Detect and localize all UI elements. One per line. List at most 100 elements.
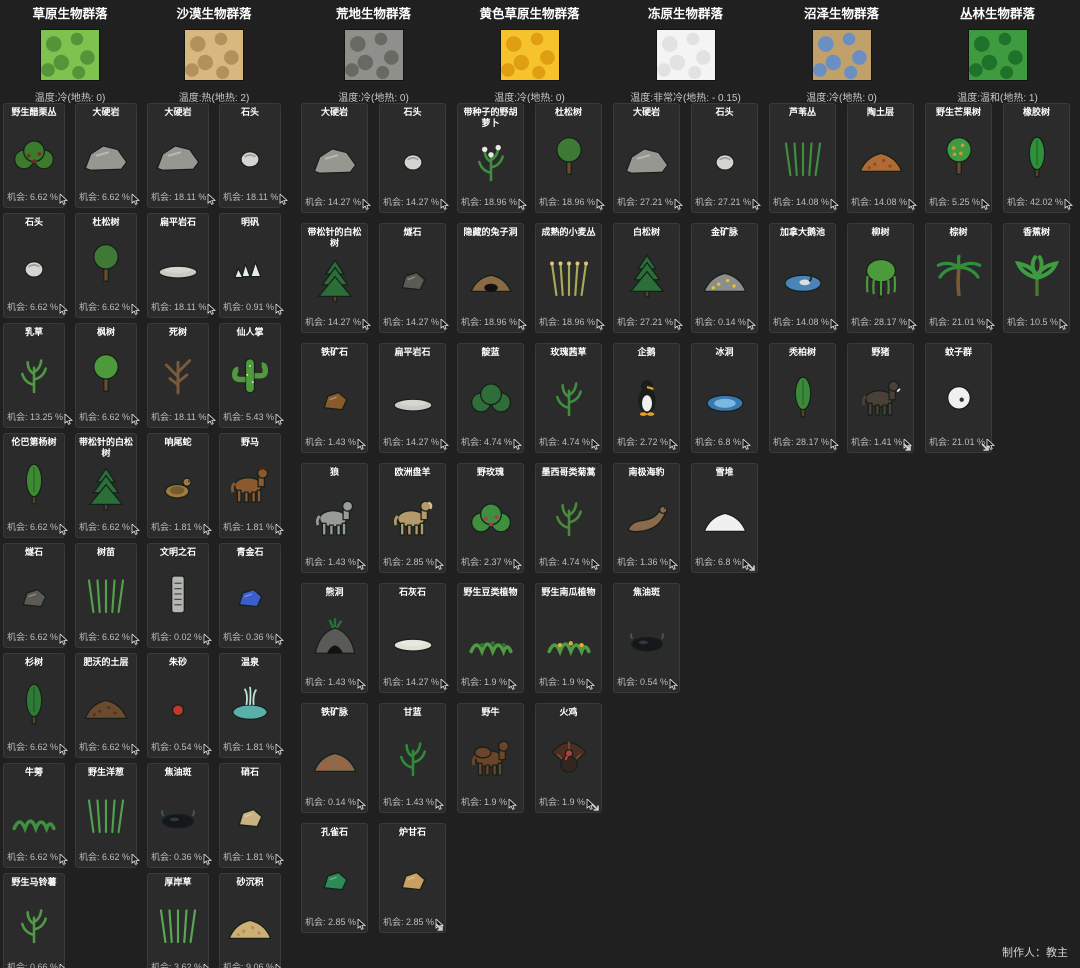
item-card[interactable]: 铁矿脉机会: 0.14 % bbox=[301, 703, 368, 813]
item-card[interactable]: 树苗机会: 6.62 % bbox=[75, 543, 137, 648]
item-card[interactable]: 仙人掌机会: 5.43 % bbox=[219, 323, 281, 428]
item-card[interactable]: 橡胶树机会: 42.02 % bbox=[1003, 103, 1070, 213]
item-card[interactable]: 野生醋栗丛机会: 6.62 % bbox=[3, 103, 65, 208]
item-card[interactable]: 野生豆类植物机会: 1.9 % bbox=[457, 583, 524, 693]
item-card[interactable]: 野生洋葱机会: 6.62 % bbox=[75, 763, 137, 868]
item-card[interactable]: 厚岸草机会: 3.62 % bbox=[147, 873, 209, 968]
item-card[interactable]: 乳草机会: 13.25 % bbox=[3, 323, 65, 428]
item-card[interactable]: 硝石机会: 1.81 % bbox=[219, 763, 281, 868]
item-column: 大硬岩机会: 18.11 %扁平岩石机会: 18.11 %死树机会: 18.11… bbox=[147, 103, 209, 968]
item-card[interactable]: 带松针的白松树机会: 14.27 % bbox=[301, 223, 368, 333]
resize-handle[interactable] bbox=[590, 802, 601, 813]
item-chance: 机会: 27.21 % bbox=[695, 195, 751, 208]
item-card[interactable]: 带松针的白松树机会: 6.62 % bbox=[75, 433, 137, 538]
item-card[interactable]: 枫树机会: 6.62 % bbox=[75, 323, 137, 428]
item-card[interactable]: 石头机会: 18.11 % bbox=[219, 103, 281, 208]
item-card[interactable]: 砂沉积机会: 9.06 % bbox=[219, 873, 281, 968]
item-card[interactable]: 焦油斑机会: 0.54 % bbox=[613, 583, 680, 693]
item-card[interactable]: 大硬岩机会: 27.21 % bbox=[613, 103, 680, 213]
clay-deposit-icon bbox=[848, 118, 913, 195]
item-card[interactable]: 大硬岩机会: 18.11 % bbox=[147, 103, 209, 208]
item-card[interactable]: 狼机会: 1.43 % bbox=[301, 463, 368, 573]
malachite-icon bbox=[302, 838, 367, 915]
item-card[interactable]: 柳树机会: 28.17 % bbox=[847, 223, 914, 333]
item-card[interactable]: 金矿脉机会: 0.14 % bbox=[691, 223, 758, 333]
item-chance: 机会: 2.85 % bbox=[383, 915, 434, 928]
cursor-icon bbox=[357, 679, 366, 690]
item-card[interactable]: 野牛机会: 1.9 % bbox=[457, 703, 524, 813]
item-card[interactable]: 甘蓝机会: 1.43 % bbox=[379, 703, 446, 813]
stone-icon bbox=[692, 118, 757, 195]
item-chance: 机会: 6.62 % bbox=[79, 740, 130, 753]
item-card[interactable]: 大硬岩机会: 14.27 % bbox=[301, 103, 368, 213]
item-card[interactable]: 芦苇丛机会: 14.08 % bbox=[769, 103, 836, 213]
item-chance: 机会: 1.9 % bbox=[539, 675, 585, 688]
item-card[interactable]: 南极海豹机会: 1.36 % bbox=[613, 463, 680, 573]
resize-handle[interactable] bbox=[980, 442, 991, 453]
item-card[interactable]: 野玫瑰机会: 2.37 % bbox=[457, 463, 524, 573]
item-card[interactable]: 野生南瓜植物机会: 1.9 % bbox=[535, 583, 602, 693]
item-card[interactable]: 蚊子群机会: 21.01 % bbox=[925, 343, 992, 453]
maple-tree-icon bbox=[76, 338, 136, 410]
item-card[interactable]: 秃柏树机会: 28.17 % bbox=[769, 343, 836, 453]
cursor-icon bbox=[1064, 199, 1073, 210]
item-card[interactable]: 熊洞机会: 1.43 % bbox=[301, 583, 368, 693]
item-card[interactable]: 加拿大鹅池机会: 14.08 % bbox=[769, 223, 836, 333]
resize-handle[interactable] bbox=[746, 562, 757, 573]
item-card[interactable]: 棕树机会: 21.01 % bbox=[925, 223, 992, 333]
cursor-icon bbox=[131, 414, 140, 425]
biome-temperature: 温度:非常冷(地热: - 0.15) bbox=[613, 89, 758, 104]
item-card[interactable]: 成熟的小麦丛机会: 18.96 % bbox=[535, 223, 602, 333]
item-card[interactable]: 扁平岩石机会: 18.11 % bbox=[147, 213, 209, 318]
squash-plant-icon bbox=[536, 598, 601, 675]
item-card[interactable]: 野猪机会: 1.41 % bbox=[847, 343, 914, 453]
resize-handle[interactable] bbox=[434, 922, 445, 933]
cursor-icon bbox=[64, 414, 73, 425]
item-card[interactable]: 石头机会: 14.27 % bbox=[379, 103, 446, 213]
item-card[interactable]: 铁矿石机会: 1.43 % bbox=[301, 343, 368, 453]
item-column: 大硬岩机会: 14.27 % 带松针的白松树机会: 14.27 % 铁矿石机会: 1… bbox=[301, 103, 368, 933]
item-card[interactable]: 扁平岩石机会: 14.27 % bbox=[379, 343, 446, 453]
item-title: 野生豆类植物 bbox=[458, 584, 523, 598]
item-card[interactable]: 青金石机会: 0.36 % bbox=[219, 543, 281, 648]
item-card[interactable]: 雪堆机会: 6.8 % bbox=[691, 463, 758, 573]
item-card[interactable]: 明矾机会: 0.91 % bbox=[219, 213, 281, 318]
item-card[interactable]: 伦巴第杨树机会: 6.62 % bbox=[3, 433, 65, 538]
item-card[interactable]: 野马机会: 1.81 % bbox=[219, 433, 281, 538]
item-card[interactable]: 朱砂机会: 0.54 % bbox=[147, 653, 209, 758]
item-card[interactable]: 大硬岩机会: 6.62 % bbox=[75, 103, 137, 208]
item-card[interactable]: 陶土层机会: 14.08 % bbox=[847, 103, 914, 213]
item-card[interactable]: 焦油斑机会: 0.36 % bbox=[147, 763, 209, 868]
item-card[interactable]: 隐藏的兔子洞机会: 18.96 % bbox=[457, 223, 524, 333]
item-card[interactable]: 燧石机会: 14.27 % bbox=[379, 223, 446, 333]
item-card[interactable]: 野生芒果树机会: 5.25 % bbox=[925, 103, 992, 213]
item-card[interactable]: 石灰石机会: 14.27 % bbox=[379, 583, 446, 693]
item-card[interactable]: 杜松树机会: 18.96 % bbox=[535, 103, 602, 213]
item-card[interactable]: 响尾蛇机会: 1.81 % bbox=[147, 433, 209, 538]
item-card[interactable]: 白松树机会: 27.21 % bbox=[613, 223, 680, 333]
item-card[interactable]: 肥沃的土层机会: 6.62 % bbox=[75, 653, 137, 758]
item-card[interactable]: 杉树机会: 6.62 % bbox=[3, 653, 65, 758]
item-card[interactable]: 杜松树机会: 6.62 % bbox=[75, 213, 137, 318]
item-card[interactable]: 石头机会: 27.21 % bbox=[691, 103, 758, 213]
item-card[interactable]: 玫瑰茜草机会: 4.74 % bbox=[535, 343, 602, 453]
item-card[interactable]: 文明之石机会: 0.02 % bbox=[147, 543, 209, 648]
item-card[interactable]: 死树机会: 18.11 % bbox=[147, 323, 209, 428]
item-card[interactable]: 欧洲盘羊机会: 2.85 % bbox=[379, 463, 446, 573]
item-card[interactable]: 火鸡机会: 1.9 % bbox=[535, 703, 602, 813]
resize-handle[interactable] bbox=[902, 442, 913, 453]
item-card[interactable]: 冰洞机会: 6.8 % bbox=[691, 343, 758, 453]
item-card[interactable]: 带种子的野胡萝卜机会: 18.96 % bbox=[457, 103, 524, 213]
item-card[interactable]: 燧石机会: 6.62 % bbox=[3, 543, 65, 648]
item-card[interactable]: 墨西哥类菊蒿机会: 4.74 % bbox=[535, 463, 602, 573]
item-card[interactable]: 企鹅机会: 2.72 % bbox=[613, 343, 680, 453]
item-card[interactable]: 炉甘石机会: 2.85 % bbox=[379, 823, 446, 933]
item-card[interactable]: 香蕉树机会: 10.5 % bbox=[1003, 223, 1070, 333]
item-column: 杜松树机会: 18.96 % 成熟的小麦丛机会: 18.96 % 玫瑰茜草机会: 4… bbox=[535, 103, 602, 813]
item-card[interactable]: 石头机会: 6.62 % bbox=[3, 213, 65, 318]
item-card[interactable]: 靛蓝机会: 4.74 % bbox=[457, 343, 524, 453]
item-card[interactable]: 孔雀石机会: 2.85 % bbox=[301, 823, 368, 933]
item-card[interactable]: 牛蒡机会: 6.62 % bbox=[3, 763, 65, 868]
item-card[interactable]: 温泉机会: 1.81 % bbox=[219, 653, 281, 758]
item-card[interactable]: 野生马铃薯机会: 0.66 % bbox=[3, 873, 65, 968]
